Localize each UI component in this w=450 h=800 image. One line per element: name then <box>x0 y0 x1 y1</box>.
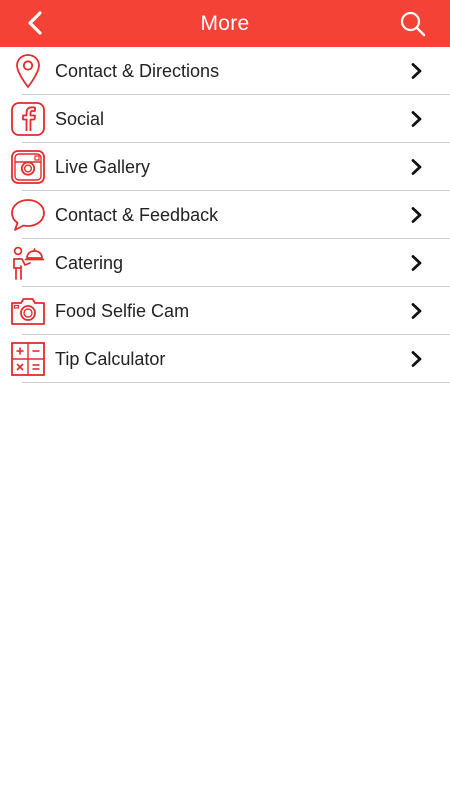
chevron-right-icon <box>411 255 422 271</box>
menu-list: Contact & Directions Social Live Gallery… <box>0 47 450 383</box>
search-button[interactable] <box>398 9 428 39</box>
menu-item-label: Contact & Directions <box>55 60 220 81</box>
search-icon <box>400 11 426 37</box>
camera-icon <box>10 293 46 329</box>
map-pin-icon <box>10 53 46 89</box>
menu-item-tip-calculator[interactable]: Tip Calculator <box>0 335 450 383</box>
menu-item-label: Live Gallery <box>55 156 151 177</box>
back-button[interactable] <box>22 10 48 36</box>
chevron-right-icon <box>411 63 422 79</box>
facebook-icon <box>10 101 46 137</box>
menu-item-label: Tip Calculator <box>55 348 166 369</box>
menu-item-contact-feedback[interactable]: Contact & Feedback <box>0 191 450 239</box>
menu-item-food-selfie-cam[interactable]: Food Selfie Cam <box>0 287 450 335</box>
menu-item-contact-directions[interactable]: Contact & Directions <box>0 47 450 95</box>
chevron-right-icon <box>411 207 422 223</box>
chevron-left-icon <box>28 11 42 35</box>
calculator-icon <box>10 341 46 377</box>
menu-item-label: Food Selfie Cam <box>55 300 190 321</box>
menu-item-live-gallery[interactable]: Live Gallery <box>0 143 450 191</box>
waiter-icon <box>10 245 46 281</box>
menu-item-social[interactable]: Social <box>0 95 450 143</box>
chevron-right-icon <box>411 111 422 127</box>
menu-item-label: Contact & Feedback <box>55 204 219 225</box>
instagram-icon <box>10 149 46 185</box>
more-screen: More Contact & Directions Social Live Ga… <box>0 0 450 800</box>
chevron-right-icon <box>411 351 422 367</box>
top-bar: More <box>0 0 450 47</box>
menu-item-label: Catering <box>55 252 124 273</box>
page-title: More <box>200 11 250 35</box>
menu-item-catering[interactable]: Catering <box>0 239 450 287</box>
chevron-right-icon <box>411 303 422 319</box>
chevron-right-icon <box>411 159 422 175</box>
speech-bubble-icon <box>10 197 46 233</box>
menu-item-label: Social <box>55 108 105 129</box>
